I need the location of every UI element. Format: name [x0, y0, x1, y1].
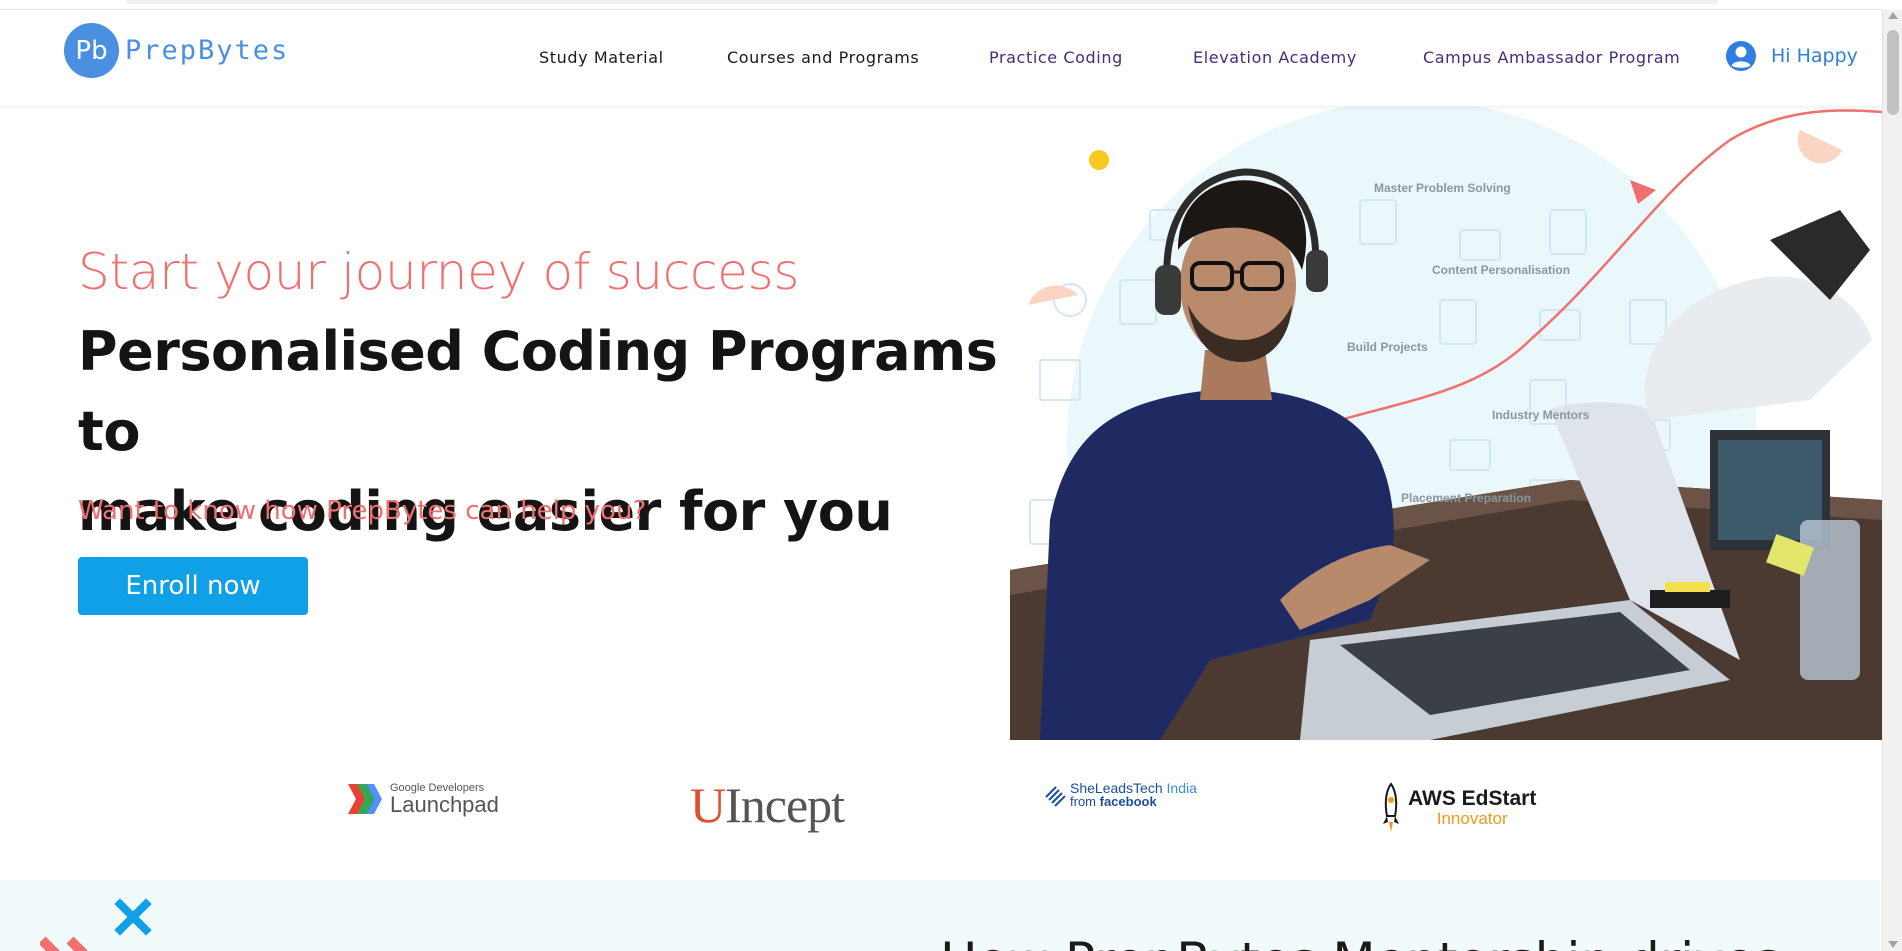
- nav-elevation-academy[interactable]: Elevation Academy: [1193, 48, 1357, 67]
- sheleadstech-logo: SheLeadsTech India from facebook: [1044, 780, 1197, 809]
- sheleadstech-india: India: [1162, 780, 1197, 796]
- feature-build-projects: Build Projects: [1347, 340, 1428, 354]
- peach-quarter: [1797, 130, 1842, 164]
- user-menu[interactable]: Hi Happy: [1725, 40, 1858, 72]
- sheleadstech-from: from facebook: [1070, 795, 1197, 809]
- uincept-logo: UIncept: [690, 776, 845, 834]
- hero-title-line-1: Personalised Coding Programs to: [78, 320, 998, 463]
- sheleadstech-facebook: facebook: [1099, 794, 1157, 809]
- browser-top-strip: [0, 0, 1882, 10]
- hero-illustration: Master Problem Solving Content Personali…: [1010, 100, 1882, 740]
- address-bar-remnant: [126, 0, 1718, 4]
- aws-edstart-sub: Innovator: [1436, 809, 1508, 828]
- aws-edstart-title: AWS EdStart: [1408, 787, 1537, 810]
- mentorship-section: How PrepBytes Mentorship drives: [0, 880, 1882, 951]
- feature-placement-preparation: Placement Preparation: [1401, 491, 1532, 505]
- rocket-icon: [1383, 782, 1399, 832]
- aws-edstart-logo: AWS EdStart Innovator: [1380, 782, 1536, 834]
- mentorship-heading: How PrepBytes Mentorship drives: [940, 932, 1781, 951]
- peach-half-circle: [1028, 285, 1078, 305]
- partner-logos: Google Developers Launchpad UIncept SheL…: [0, 770, 1882, 870]
- logo-text: PrepBytes: [125, 35, 290, 66]
- close-x-decoration-icon: [40, 898, 152, 951]
- hero-subtitle: Start your journey of success: [78, 243, 800, 301]
- nav-study-material[interactable]: Study Material: [539, 48, 664, 67]
- site-header: Pb PrepBytes Study Material Courses and …: [0, 10, 1882, 106]
- google-launchpad-logo: Google Developers Launchpad: [348, 782, 499, 816]
- hero-illustration-graphic: [1010, 100, 1882, 740]
- enroll-now-button[interactable]: Enroll now: [78, 557, 308, 615]
- nav-practice-coding[interactable]: Practice Coding: [989, 48, 1123, 67]
- uincept-rest: Incept: [725, 777, 845, 833]
- nav-courses-programs[interactable]: Courses and Programs: [727, 48, 919, 67]
- sheleadstech-from-word: from: [1070, 794, 1100, 809]
- glass-cup: [1800, 520, 1860, 680]
- feature-content-personalisation: Content Personalisation: [1432, 263, 1571, 277]
- brand-logo[interactable]: Pb PrepBytes: [64, 23, 289, 78]
- nav-campus-ambassador[interactable]: Campus Ambassador Program: [1423, 48, 1680, 67]
- user-greeting: Hi Happy: [1771, 45, 1858, 67]
- yellow-dot: [1089, 150, 1109, 170]
- logo-mark: Pb: [64, 23, 119, 78]
- user-circle-icon: [1726, 41, 1756, 71]
- page-scrollbar[interactable]: [1882, 10, 1902, 951]
- scroll-thumb[interactable]: [1887, 30, 1899, 115]
- uincept-u: U: [690, 777, 726, 833]
- feature-industry-mentors: Industry Mentors: [1492, 408, 1590, 422]
- hero-question: Want to know how PrepBytes can help you?: [78, 496, 647, 526]
- launchpad-chevrons-icon: [348, 784, 382, 814]
- feature-master-problem-solving: Master Problem Solving: [1374, 181, 1511, 195]
- scroll-up-arrow-icon[interactable]: [1888, 12, 1898, 19]
- launchpad-big-text: Launchpad: [390, 792, 499, 817]
- scroll-down-arrow-icon[interactable]: [1888, 941, 1898, 948]
- sheleadstech-mark-icon: [1045, 785, 1066, 807]
